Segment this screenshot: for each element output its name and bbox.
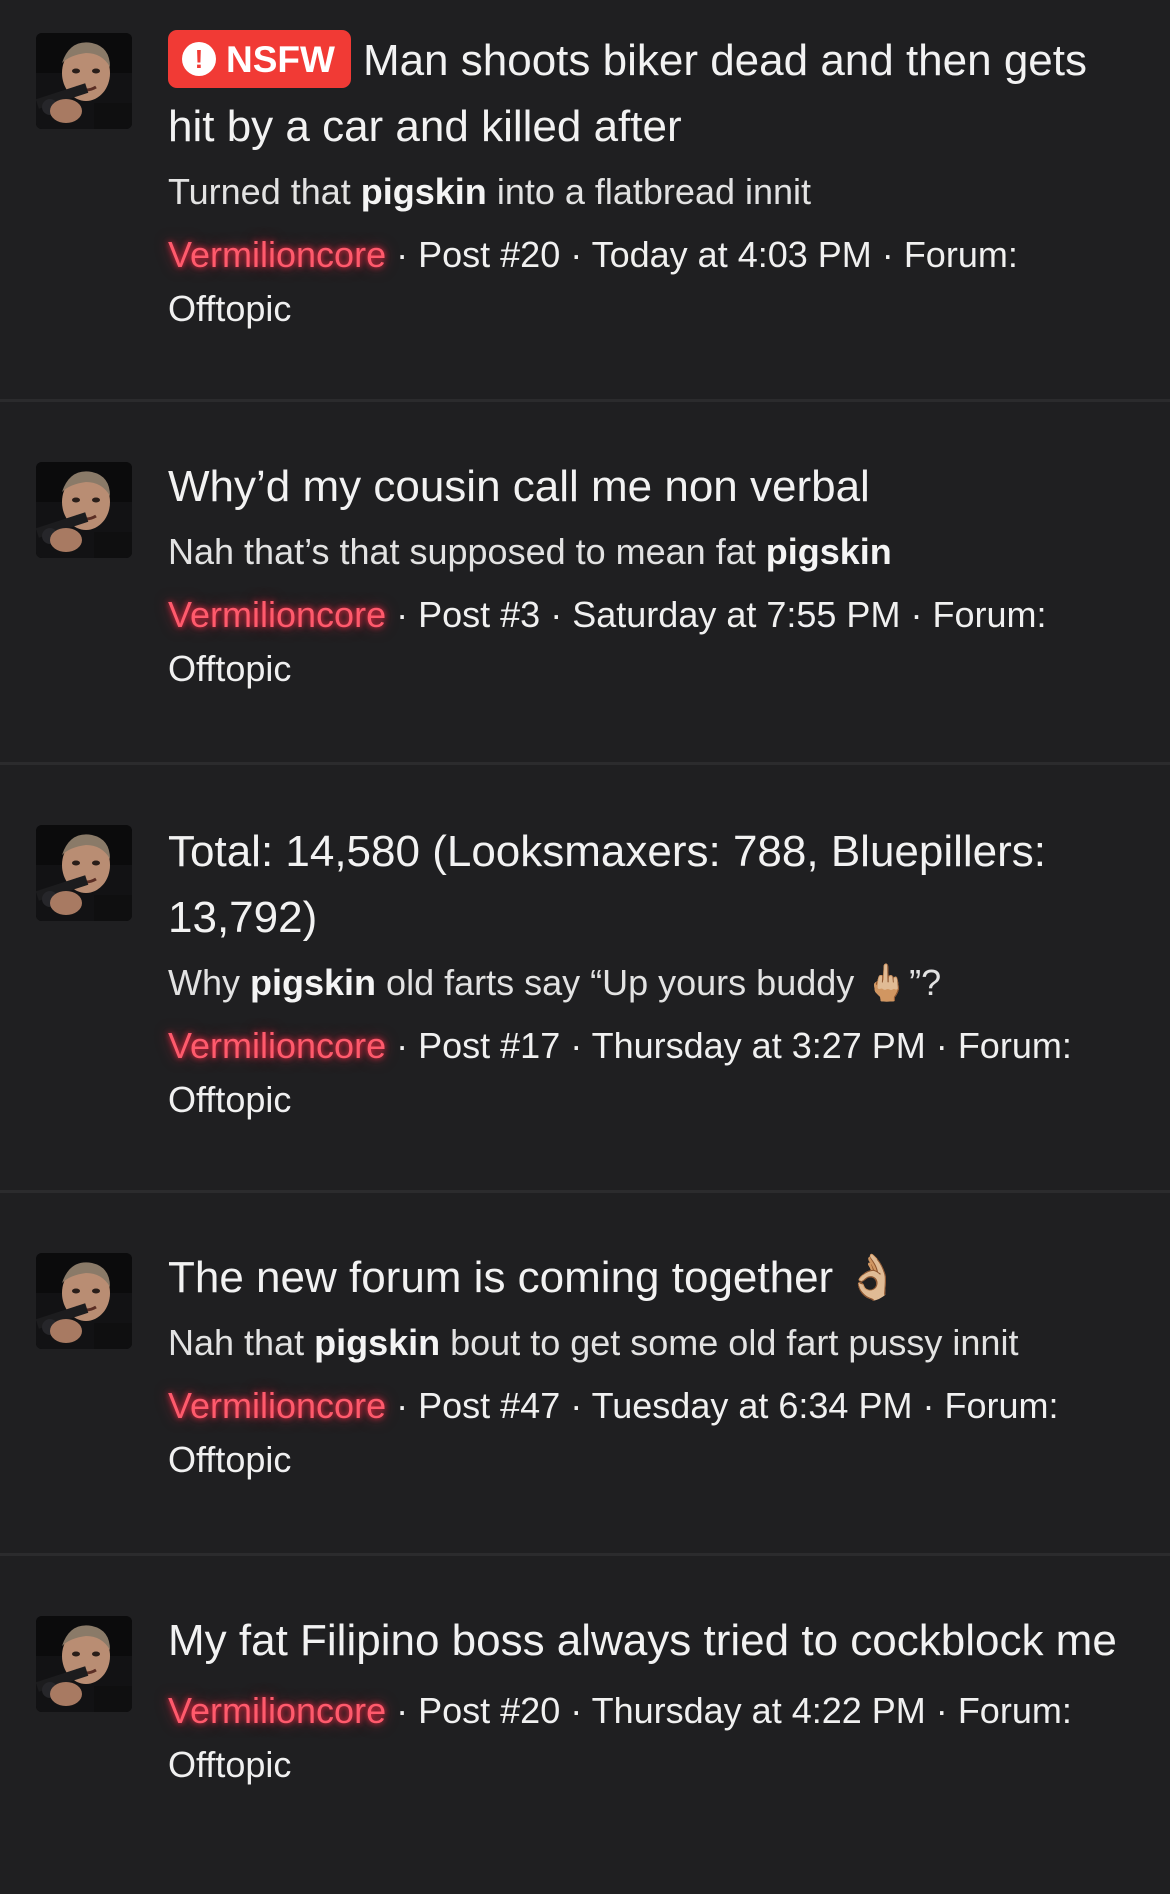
username-link[interactable]: Vermilioncore xyxy=(168,234,386,275)
search-results-list: ! NSFW Man shoots biker dead and then gets… xyxy=(0,0,1170,1894)
avatar[interactable] xyxy=(36,1616,132,1712)
result-meta: Vermilioncore · Post #20 · Today at 4:03… xyxy=(168,234,1018,329)
post-number: Post #3 xyxy=(418,594,541,635)
thread-title-link[interactable]: The new forum is coming together 👌🏼 xyxy=(168,1245,1130,1311)
result-meta: Vermilioncore · Post #20 · Thursday at 4… xyxy=(168,1690,1072,1785)
result-snippet: Nah that’s that supposed to mean fat pig… xyxy=(168,531,892,572)
post-number: Post #17 xyxy=(418,1025,561,1066)
avatar[interactable] xyxy=(36,825,132,921)
forum-link[interactable]: Offtopic xyxy=(168,1439,291,1480)
username-link[interactable]: Vermilioncore xyxy=(168,1690,386,1731)
result-snippet: Nah that pigskin bout to get some old fa… xyxy=(168,1322,1019,1363)
post-date: Today at 4:03 PM xyxy=(591,234,872,275)
post-date: Thursday at 4:22 PM xyxy=(591,1690,926,1731)
search-result[interactable]: Why’d my cousin call me non verbal Nah t… xyxy=(0,402,1170,765)
thread-title-link[interactable]: My fat Filipino boss always tried to coc… xyxy=(168,1608,1130,1674)
username-link[interactable]: Vermilioncore xyxy=(168,1385,386,1426)
thread-title-link[interactable]: ! NSFW Man shoots biker dead and then gets… xyxy=(168,28,1130,160)
search-result[interactable]: ! NSFW Man shoots biker dead and then gets… xyxy=(0,0,1170,402)
post-date: Tuesday at 6:34 PM xyxy=(591,1385,913,1426)
post-number: Post #47 xyxy=(418,1385,561,1426)
post-number: Post #20 xyxy=(418,234,561,275)
username-link[interactable]: Vermilioncore xyxy=(168,1025,386,1066)
search-result[interactable]: My fat Filipino boss always tried to coc… xyxy=(0,1556,1170,1894)
result-meta: Vermilioncore · Post #3 · Saturday at 7:… xyxy=(168,594,1047,689)
highlighted-term: pigskin xyxy=(314,1322,441,1363)
forum-link[interactable]: Offtopic xyxy=(168,288,291,329)
username-link[interactable]: Vermilioncore xyxy=(168,594,386,635)
result-meta: Vermilioncore · Post #47 · Tuesday at 6:… xyxy=(168,1385,1059,1480)
avatar[interactable] xyxy=(36,1253,132,1349)
search-result[interactable]: Total: 14,580 (Looksmaxers: 788, Bluepil… xyxy=(0,765,1170,1193)
exclamation-circle-icon: ! xyxy=(182,42,216,76)
post-number: Post #20 xyxy=(418,1690,561,1731)
thread-title-link[interactable]: Why’d my cousin call me non verbal xyxy=(168,454,1130,520)
avatar[interactable] xyxy=(36,33,132,129)
result-snippet: Why pigskin old farts say “Up yours budd… xyxy=(168,962,942,1003)
search-result[interactable]: The new forum is coming together 👌🏼 Nah … xyxy=(0,1193,1170,1556)
result-meta: Vermilioncore · Post #17 · Thursday at 3… xyxy=(168,1025,1072,1120)
highlighted-term: pigskin xyxy=(765,531,892,572)
highlighted-term: pigskin xyxy=(360,171,487,212)
post-date: Saturday at 7:55 PM xyxy=(572,594,901,635)
forum-link[interactable]: Offtopic xyxy=(168,648,291,689)
highlighted-term: pigskin xyxy=(250,962,377,1003)
nsfw-badge: ! NSFW xyxy=(168,30,351,88)
forum-link[interactable]: Offtopic xyxy=(168,1079,291,1120)
forum-link[interactable]: Offtopic xyxy=(168,1744,291,1785)
avatar[interactable] xyxy=(36,462,132,558)
post-date: Thursday at 3:27 PM xyxy=(591,1025,926,1066)
result-snippet: Turned that pigskin into a flatbread inn… xyxy=(168,171,812,212)
thread-title-link[interactable]: Total: 14,580 (Looksmaxers: 788, Bluepil… xyxy=(168,819,1130,951)
